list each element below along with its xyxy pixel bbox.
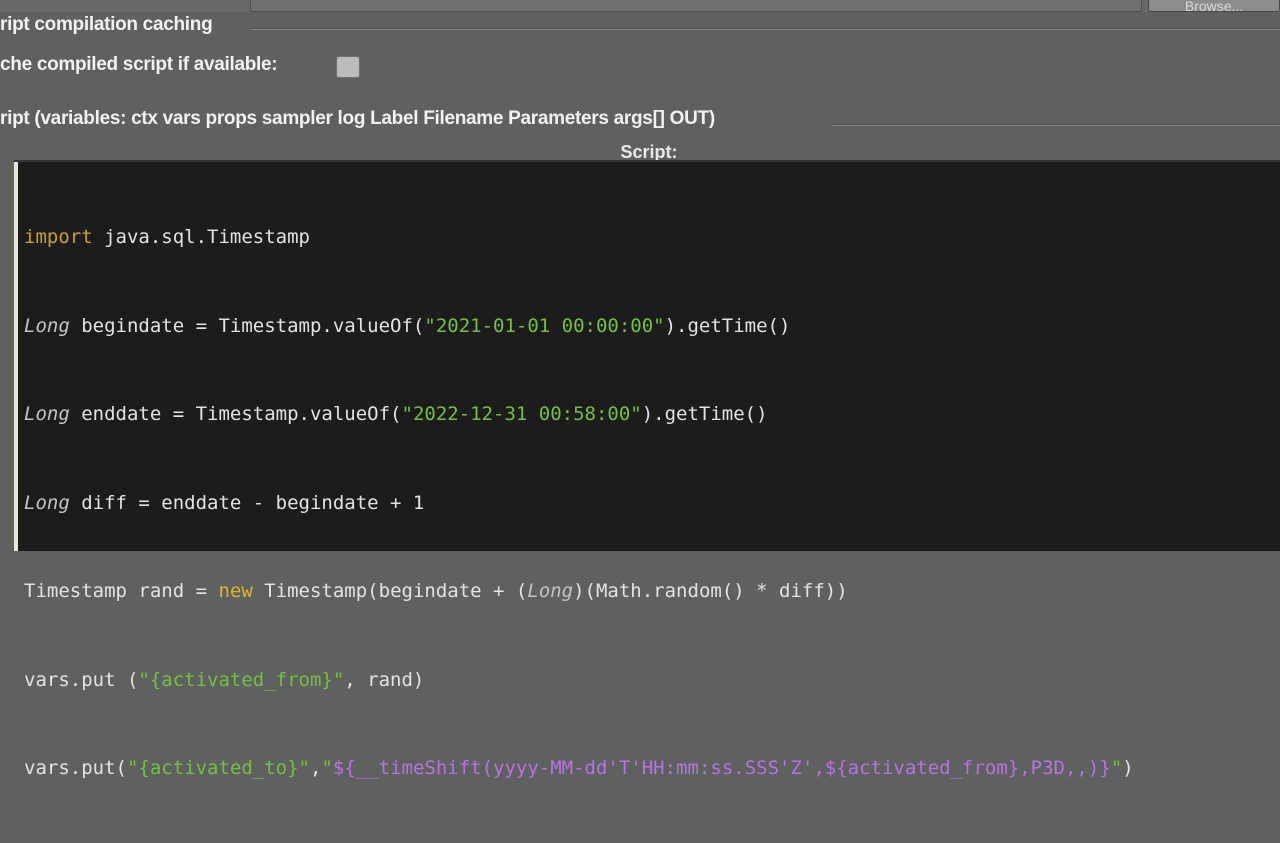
- code-token: ,: [309, 757, 322, 779]
- code-token: Timestamp(begindate + (: [252, 580, 528, 602]
- code-token: Long: [24, 491, 70, 514]
- code-token: Long: [24, 403, 70, 425]
- code-string: "2021-01-01 00:00:00": [424, 314, 665, 337]
- cache-compiled-label: che compiled script if available:: [0, 54, 278, 75]
- code-line-7: vars.put("{activated_to}","${__timeShift…: [24, 754, 1134, 784]
- script-editor[interactable]: import java.sql.Timestamp Long begindate…: [14, 160, 1280, 779]
- code-line-2: Long begindate = Timestamp.valueOf("2021…: [24, 312, 1134, 342]
- code-token: Timestamp rand =: [24, 580, 219, 602]
- code-token: , rand): [344, 668, 425, 691]
- code-token: new: [218, 580, 253, 602]
- code-token: begindate = Timestamp.valueOf(: [69, 314, 425, 337]
- browse-button[interactable]: Browse...: [1148, 0, 1280, 14]
- code-line-6: vars.put ("{activated_from}", rand): [24, 666, 1134, 696]
- code-token: import: [24, 226, 93, 248]
- script-section-rule: [832, 124, 1280, 126]
- code-line-5: Timestamp rand = new Timestamp(begindate…: [24, 577, 1134, 607]
- code-line-4: Long diff = enddate - begindate + 1: [24, 489, 1134, 519]
- code-token: Long: [527, 580, 574, 602]
- code-line-1: import java.sql.Timestamp: [24, 223, 1134, 253]
- compilation-caching-title: ript compilation caching: [0, 14, 213, 35]
- compilation-caching-rule: [252, 28, 1280, 30]
- code-token: diff = enddate - begindate + 1: [69, 491, 425, 514]
- code-token: java.sql.Timestamp: [92, 226, 310, 248]
- code-token: Long: [24, 314, 70, 337]
- code-token: vars.put (: [24, 668, 139, 691]
- filename-field[interactable]: [250, 0, 1142, 12]
- script-code[interactable]: import java.sql.Timestamp Long begindate…: [24, 164, 1134, 843]
- code-token: )(Math.random() * diff)): [573, 580, 848, 602]
- editor-gutter: [14, 162, 18, 551]
- code-string: ": [321, 757, 333, 779]
- code-string: "2022-12-31 00:58:00": [401, 403, 642, 425]
- code-string: ": [1110, 757, 1123, 779]
- code-token: enddate = Timestamp.valueOf(: [69, 403, 402, 425]
- code-token: ).getTime(): [664, 314, 791, 337]
- code-string: "{activated_from}": [138, 668, 345, 691]
- code-token: ): [1122, 757, 1134, 779]
- code-token: vars.put(: [24, 757, 127, 779]
- code-line-3: Long enddate = Timestamp.valueOf("2022-1…: [24, 400, 1134, 430]
- code-string: "{activated_to}": [126, 757, 310, 779]
- code-function: ${__timeShift(yyyy-MM-dd'T'HH:mm:ss.SSS'…: [332, 757, 1111, 779]
- code-token: ).getTime(): [641, 403, 768, 425]
- script-variables-title: ript (variables: ctx vars props sampler …: [0, 108, 715, 129]
- cache-compiled-checkbox[interactable]: [336, 56, 360, 78]
